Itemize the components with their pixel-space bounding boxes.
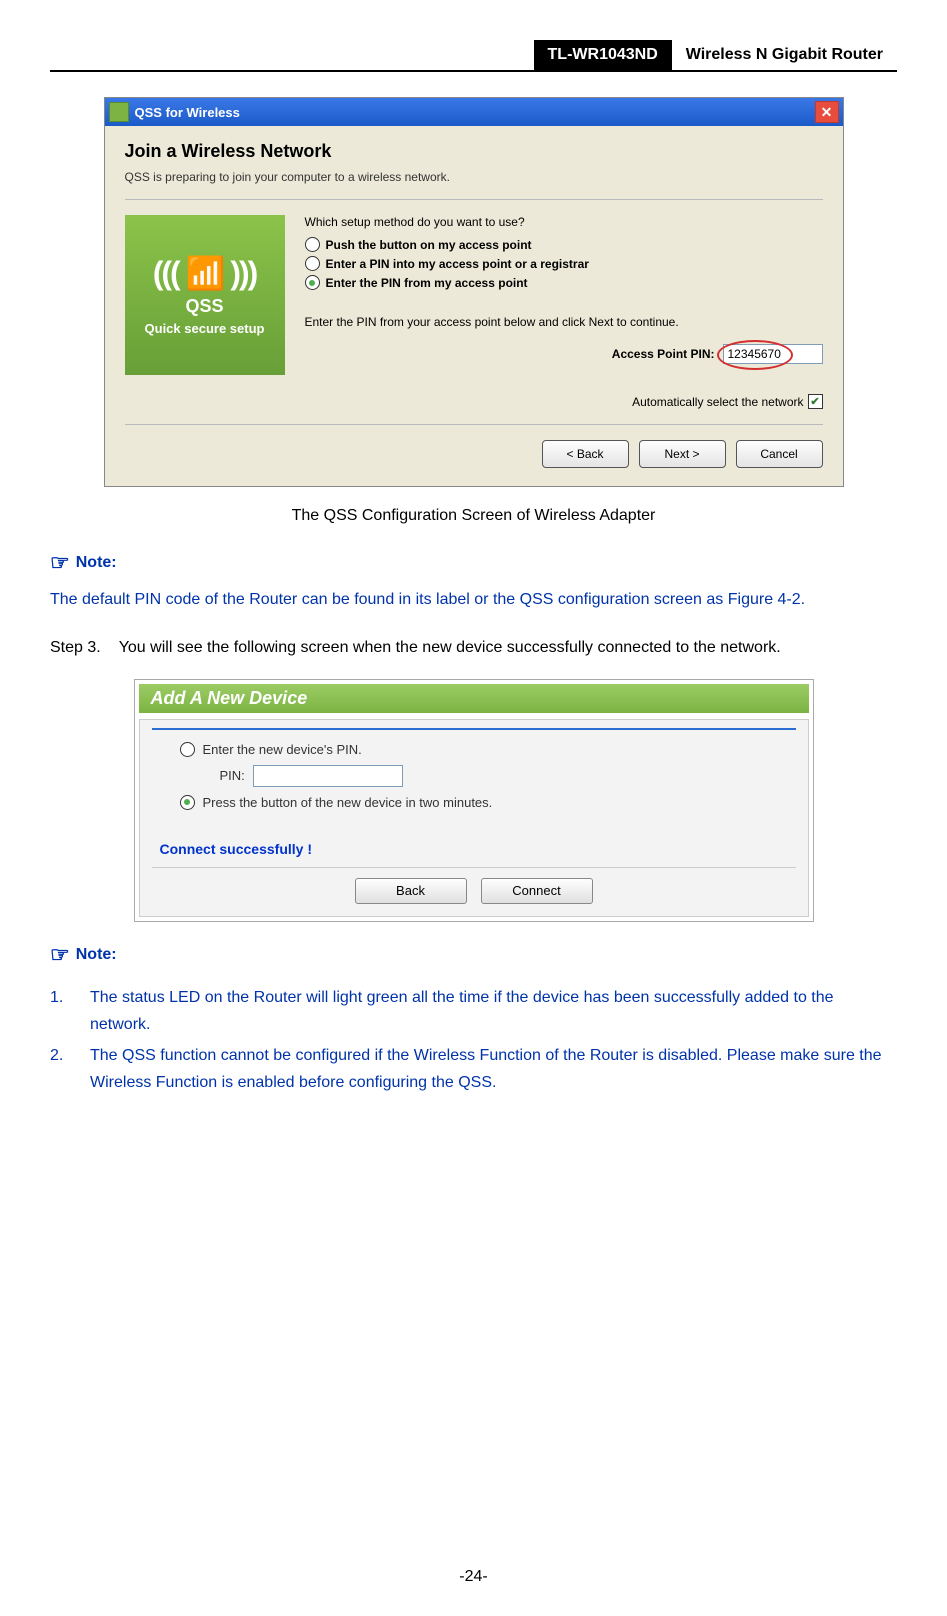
radio-icon	[305, 275, 320, 290]
radio-icon	[180, 795, 195, 810]
radio-label: Press the button of the new device in tw…	[203, 795, 493, 810]
radio-icon	[305, 256, 320, 271]
note-text: The default PIN code of the Router can b…	[50, 586, 897, 613]
qss-text: QSS	[185, 296, 223, 317]
radio-label: Enter the PIN from my access point	[326, 276, 528, 290]
radio-press-button[interactable]: Press the button of the new device in tw…	[180, 795, 768, 810]
radio-icon	[305, 237, 320, 252]
note-icon: ☞	[50, 942, 70, 968]
add-device-dialog: Add A New Device Enter the new device's …	[134, 679, 814, 922]
radio-option-2[interactable]: Enter a PIN into my access point or a re…	[305, 256, 823, 271]
next-button[interactable]: Next >	[639, 440, 726, 468]
qss-dialog: QSS for Wireless ✕ Join a Wireless Netwo…	[104, 97, 844, 487]
pin-input[interactable]	[723, 344, 823, 364]
page-number: -24-	[0, 1568, 947, 1586]
list-number: 2.	[50, 1042, 72, 1096]
radio-icon	[180, 742, 195, 757]
dialog-titlebar: QSS for Wireless ✕	[105, 98, 843, 126]
auto-select-checkbox[interactable]: ✔	[808, 394, 823, 409]
dialog-subtext: QSS is preparing to join your computer t…	[125, 170, 823, 184]
pin-instruction: Enter the PIN from your access point bel…	[305, 315, 823, 329]
note-label: Note:	[76, 554, 117, 572]
note-header: ☞ Note:	[50, 550, 897, 576]
pin-input-2[interactable]	[253, 765, 403, 787]
setup-question: Which setup method do you want to use?	[305, 215, 823, 229]
back-button-2[interactable]: Back	[355, 878, 467, 904]
step-description: You will see the following screen when t…	[119, 633, 781, 663]
success-message: Connect successfully !	[160, 841, 788, 857]
cancel-button[interactable]: Cancel	[736, 440, 823, 468]
dialog-title: QSS for Wireless	[135, 105, 815, 120]
back-button[interactable]: < Back	[542, 440, 629, 468]
qss-wave-icon: ((( 📶 )))	[153, 254, 257, 292]
radio-label: Enter the new device's PIN.	[203, 742, 362, 757]
product-name: Wireless N Gigabit Router	[672, 40, 897, 70]
dialog-heading: Join a Wireless Network	[125, 141, 823, 162]
step-number: Step 3.	[50, 633, 101, 663]
model-number: TL-WR1043ND	[534, 40, 672, 70]
list-text: The status LED on the Router will light …	[90, 984, 897, 1038]
note-header-2: ☞ Note:	[50, 942, 897, 968]
figure-caption: The QSS Configuration Screen of Wireless…	[50, 507, 897, 525]
dialog2-titlebar: Add A New Device	[139, 684, 809, 713]
page-header: TL-WR1043ND Wireless N Gigabit Router	[50, 40, 897, 72]
pin-label: Access Point PIN:	[612, 347, 715, 361]
radio-option-3[interactable]: Enter the PIN from my access point	[305, 275, 823, 290]
divider	[125, 424, 823, 425]
radio-enter-pin[interactable]: Enter the new device's PIN.	[180, 742, 768, 757]
app-icon	[109, 102, 129, 122]
divider	[152, 728, 796, 730]
radio-label: Push the button on my access point	[326, 238, 532, 252]
radio-option-1[interactable]: Push the button on my access point	[305, 237, 823, 252]
note-list: 1. The status LED on the Router will lig…	[50, 984, 897, 1097]
list-number: 1.	[50, 984, 72, 1038]
note-label: Note:	[76, 946, 117, 964]
qss-logo: ((( 📶 ))) QSS Quick secure setup	[125, 215, 285, 375]
qss-subtitle: Quick secure setup	[145, 321, 265, 336]
note-item: 1. The status LED on the Router will lig…	[50, 984, 897, 1038]
radio-label: Enter a PIN into my access point or a re…	[326, 257, 589, 271]
note-item: 2. The QSS function cannot be configured…	[50, 1042, 897, 1096]
connect-button[interactable]: Connect	[481, 878, 593, 904]
note-icon: ☞	[50, 550, 70, 576]
divider	[125, 199, 823, 200]
close-button[interactable]: ✕	[815, 101, 839, 123]
pin-label-2: PIN:	[220, 768, 245, 783]
auto-select-label: Automatically select the network	[632, 395, 803, 409]
list-text: The QSS function cannot be configured if…	[90, 1042, 897, 1096]
